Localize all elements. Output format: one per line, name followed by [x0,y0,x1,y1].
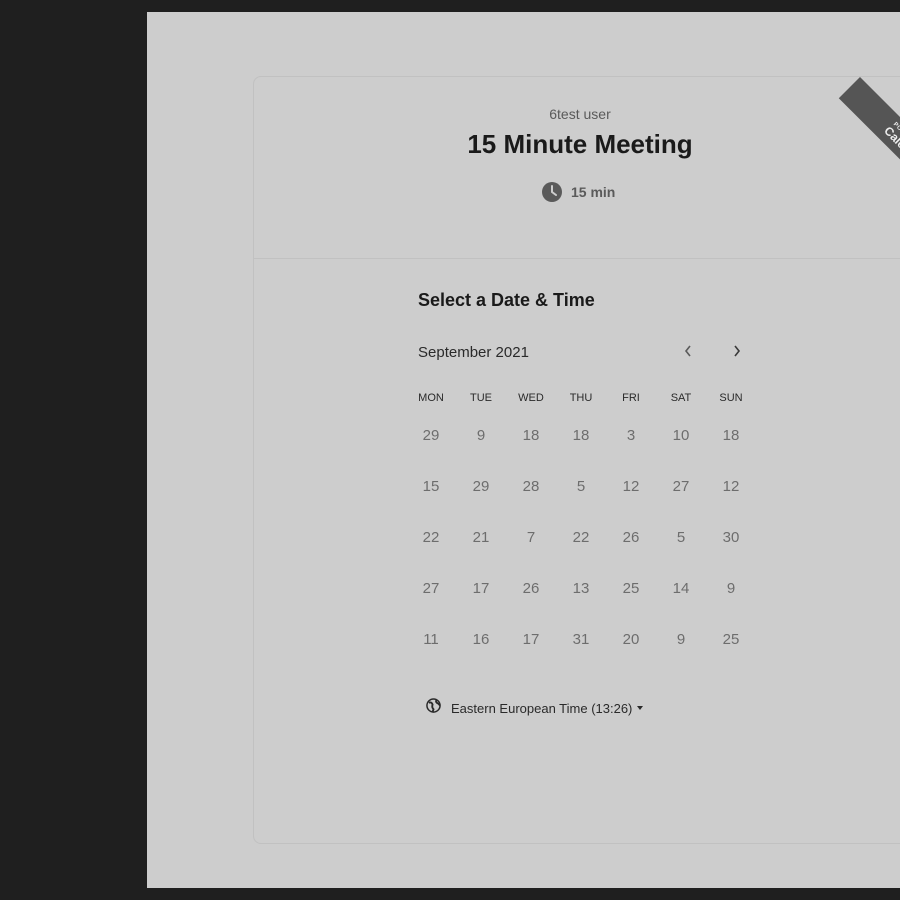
calendar-day: 22 [422,529,440,546]
calendar-day: 18 [722,427,740,444]
calendar-day: 17 [472,580,490,597]
calendar-day: 3 [626,427,636,444]
calendar-week: 11 16 17 31 20 9 25 [406,614,756,665]
calendar-day: 14 [672,580,690,597]
calendar-week: 29 9 18 18 3 10 18 [406,410,756,461]
calendar-day: 9 [476,427,486,444]
weekday-mon: MON [418,392,444,404]
timezone-label: Eastern European Time (13:26) [451,700,633,716]
calendar-grid: MON TUE WED THU FRI SAT SUN [406,392,756,408]
booking-card: 6test user 15 Minute Meeting 15 min POWE… [253,76,900,844]
calendar-day: 17 [522,631,540,648]
calendar-day: 16 [472,631,490,648]
page-background: 6test user 15 Minute Meeting 15 min POWE… [147,12,900,888]
calendar-day: 12 [622,478,640,495]
event-duration: 15 min [542,182,615,202]
event-owner: 6test user [549,106,611,122]
calendar-day: 13 [572,580,590,597]
calendar-days: 29 9 18 18 3 10 18 15 29 28 5 12 27 12 22 21 7 22 26 5 30 27 1… [406,410,756,665]
calendar-day: 31 [572,631,590,648]
calendar-day: 29 [422,427,440,444]
calendar-day: 30 [722,529,740,546]
globe-icon [426,698,441,718]
calendar-day: 26 [622,529,640,546]
calendar-day: 21 [472,529,490,546]
section-title: Select a Date & Time [418,290,595,310]
calendar-day: 29 [472,478,490,495]
calendar-day: 7 [526,529,536,546]
calendar-day: 18 [522,427,540,444]
calendar-week: 27 17 26 13 25 14 9 [406,563,756,614]
duration-label: 15 min [571,184,616,200]
weekday-tue: TUE [470,392,492,404]
timezone-selector[interactable]: Eastern European Time (13:26) [426,698,644,718]
calendar-day: 15 [422,478,440,495]
calendar-day: 10 [672,427,690,444]
calendar-day: 9 [676,631,686,648]
calendar-day: 12 [722,478,740,495]
calendar-day: 11 [423,631,439,648]
chevron-left-icon [683,344,693,363]
event-title: 15 Minute Meeting [467,129,693,159]
calendar-week: 15 29 28 5 12 27 12 [406,461,756,512]
powered-by-badge[interactable]: POWERED BY Calendly [822,77,900,187]
calendar-day: 20 [622,631,640,648]
event-header: 6test user 15 Minute Meeting 15 min [254,77,900,259]
calendar-day: 25 [722,631,740,648]
chevron-right-icon [732,344,742,363]
calendar-day: 5 [576,478,586,495]
badge-ribbon: POWERED BY Calendly [838,77,900,187]
badge-brand: Calendly [881,123,900,169]
clock-icon [542,182,562,202]
weekday-thu: THU [569,392,593,404]
calendar-day: 27 [422,580,440,597]
calendar-day: 25 [622,580,640,597]
weekday-sat: SAT [670,392,692,404]
calendar-day: 5 [676,529,686,546]
previous-month-button[interactable] [678,343,698,363]
weekday-sun: SUN [719,392,743,404]
calendar-day: 9 [726,580,736,597]
month-label: September 2021 [418,344,529,361]
weekday-header: MON TUE WED THU FRI SAT SUN [406,392,756,408]
calendar-day: 28 [522,478,540,495]
calendar-day: 27 [672,478,690,495]
caret-down-icon [637,706,644,710]
calendar-day: 22 [572,529,590,546]
calendar-day: 26 [522,580,540,597]
next-month-button[interactable] [727,343,747,363]
weekday-fri: FRI [622,392,640,404]
weekday-wed: WED [518,392,544,404]
calendar-day: 18 [572,427,590,444]
calendar-week: 22 21 7 22 26 5 30 [406,512,756,563]
